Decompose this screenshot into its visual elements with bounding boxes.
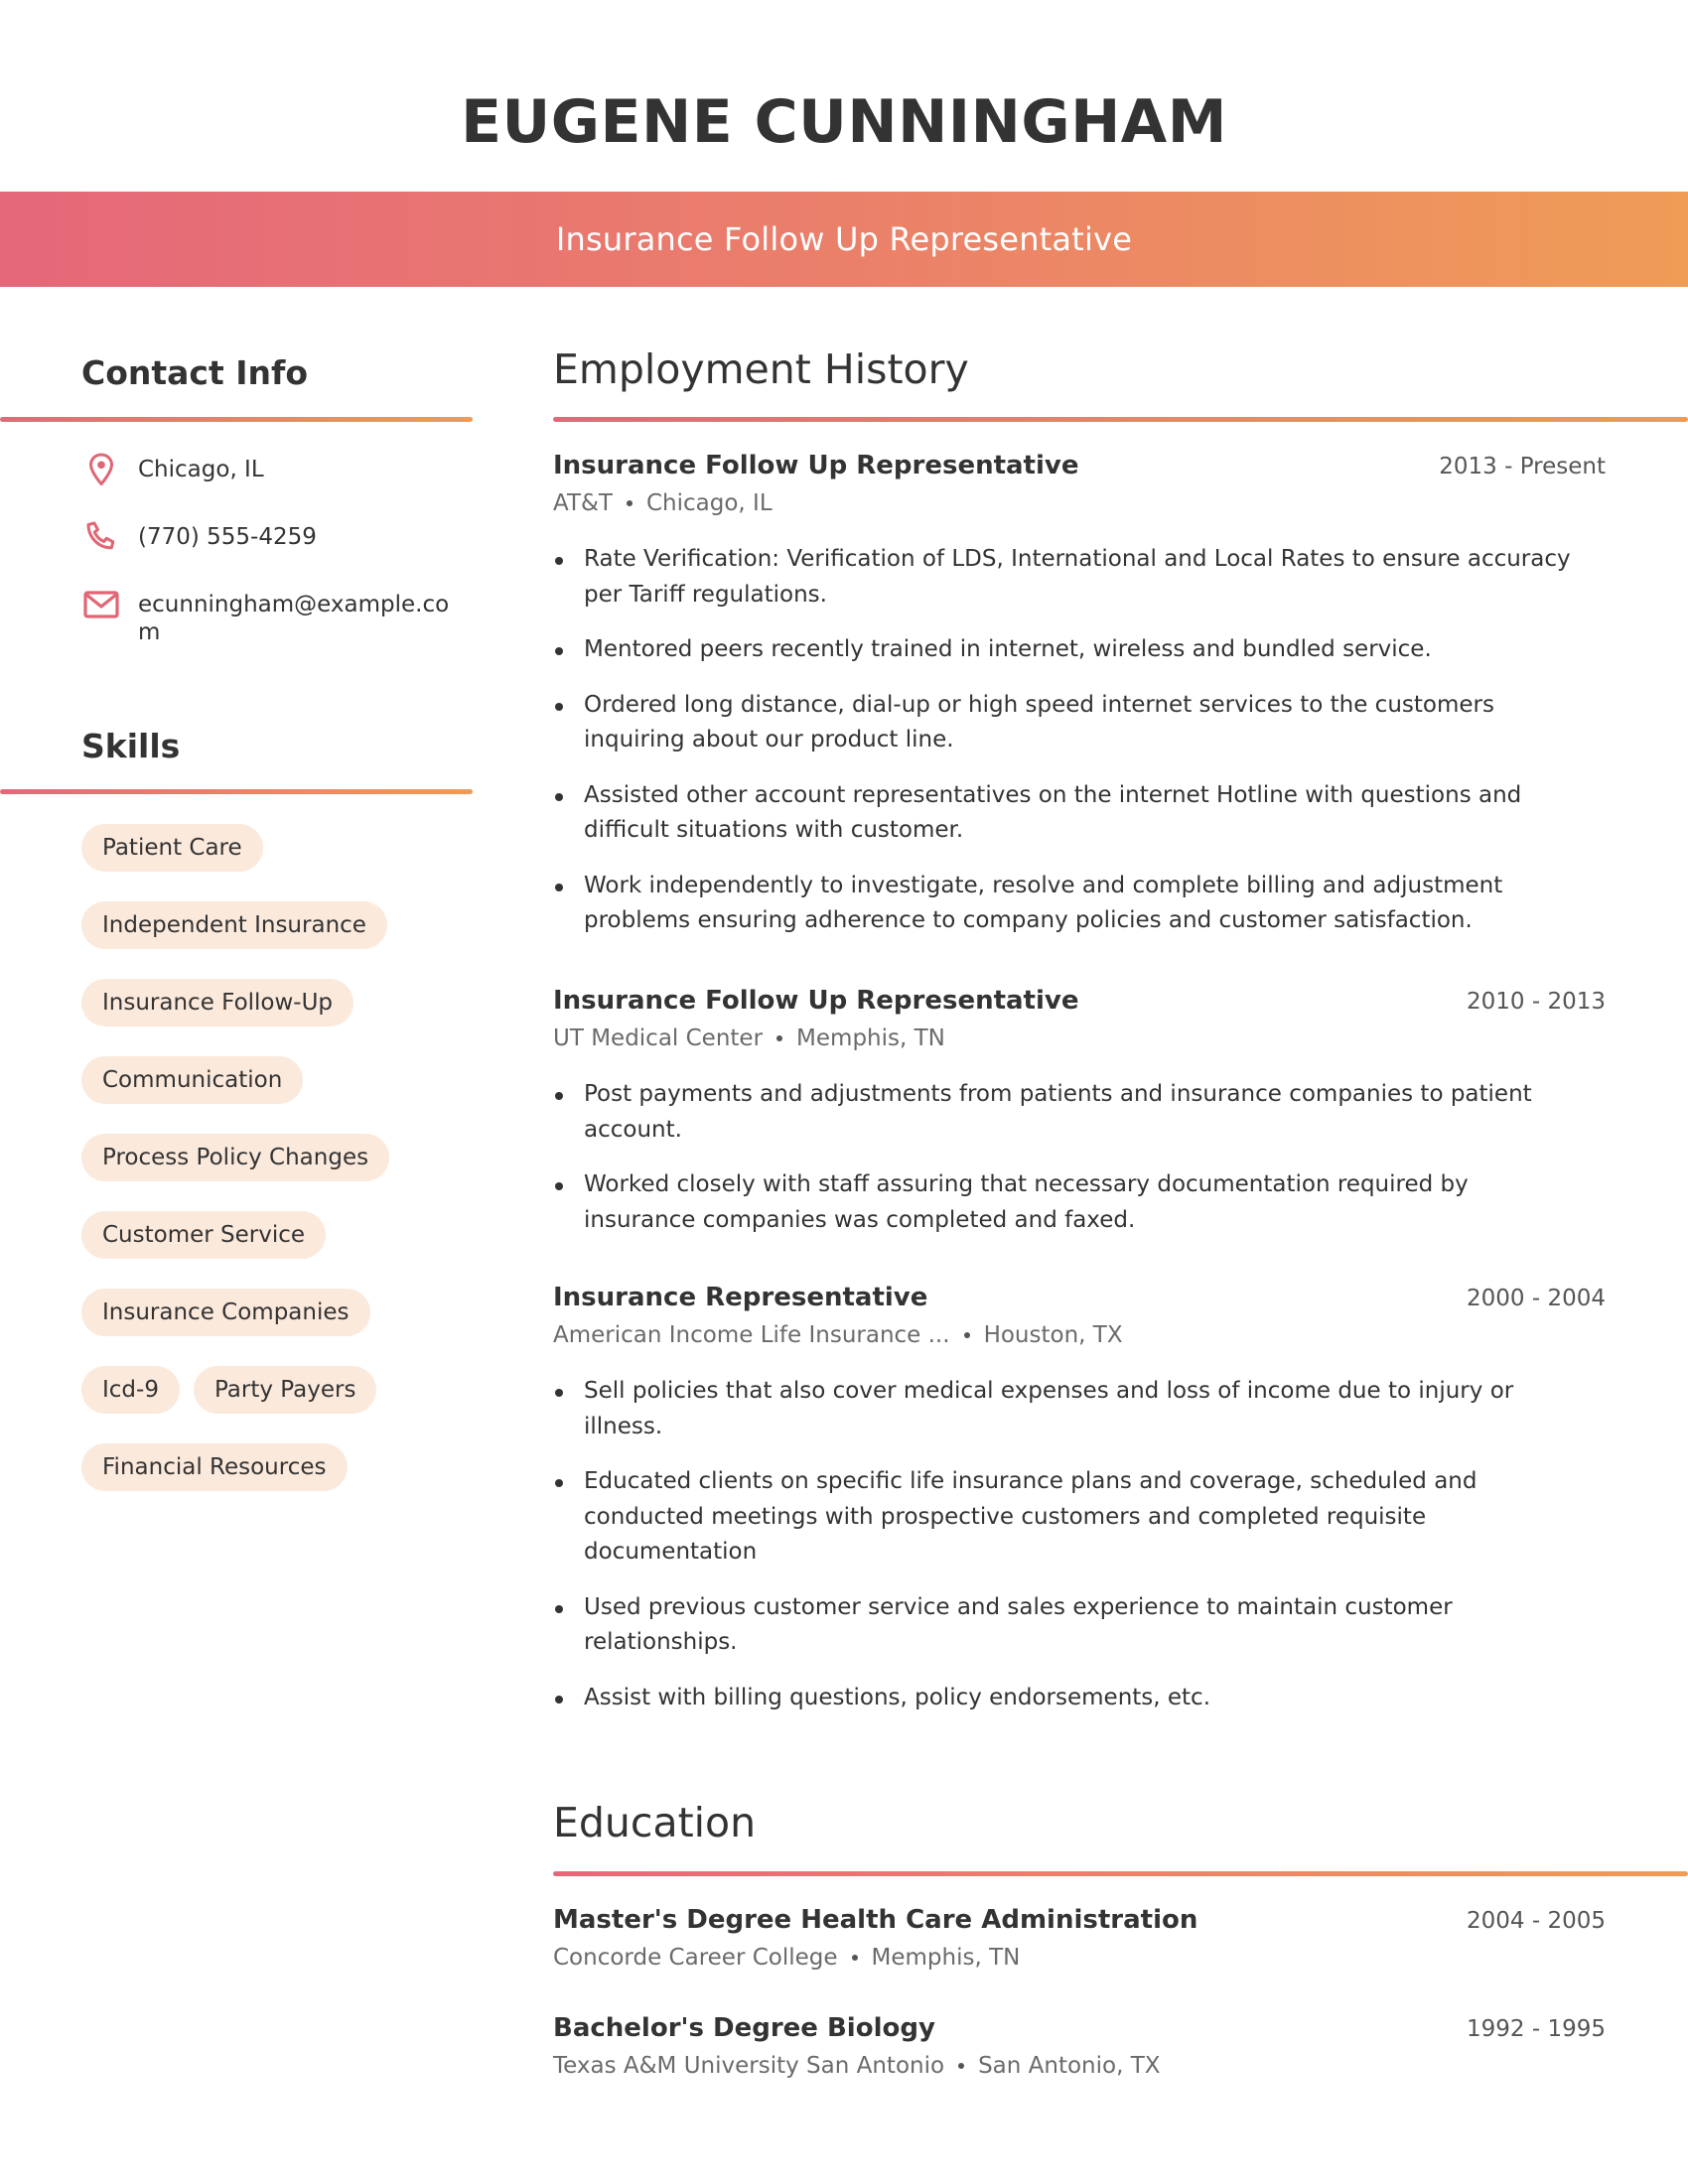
degree-title: Bachelor's Degree Biology: [553, 2013, 935, 2043]
mail-icon: [81, 588, 121, 621]
contact-phone: (770) 555-4259: [81, 520, 479, 554]
bullet-item: Mentored peers recently trained in inter…: [553, 632, 1606, 668]
job-entry: Insurance Representative 2000 - 2004 Ame…: [553, 1281, 1606, 1735]
bullet-item: Post payments and adjustments from patie…: [553, 1077, 1606, 1148]
job-company: UT Medical Center: [553, 1025, 764, 1051]
education-divider: [553, 1871, 1688, 1876]
skill-pill: Icd-9: [81, 1366, 180, 1414]
skill-pill: Communication: [81, 1056, 304, 1104]
email-text[interactable]: ecunningham@example.com: [138, 588, 466, 646]
skill-pill: Customer Service: [81, 1211, 327, 1259]
skill-pill: Independent Insurance: [81, 901, 387, 949]
bullet-item: Sell policies that also cover medical ex…: [553, 1374, 1606, 1444]
location-text: Chicago, IL: [138, 457, 264, 482]
job-title: Insurance Follow Up Representative: [553, 451, 1079, 480]
contact-divider: [0, 417, 473, 422]
job-company: American Income Life Insurance ...: [553, 1322, 950, 1348]
job-company: AT&T: [553, 490, 613, 516]
skills-divider: [0, 789, 473, 794]
candidate-name: EUGENE CUNNINGHAM: [461, 87, 1227, 157]
employment-divider: [553, 417, 1688, 422]
contact-location: Chicago, IL: [81, 453, 479, 486]
job-title-headline: Insurance Follow Up Representative: [555, 220, 1133, 258]
bullet-item: Assist with billing questions, policy en…: [553, 1681, 1606, 1716]
job-title: Insurance Follow Up Representative: [553, 986, 1079, 1016]
skill-pill: Patient Care: [81, 824, 263, 872]
separator-dot: [776, 1035, 783, 1041]
job-location: Houston, TX: [983, 1322, 1123, 1348]
education-heading: Education: [553, 1799, 757, 1846]
separator-dot: [963, 1332, 970, 1338]
job-entry: Insurance Follow Up Representative 2013 …: [553, 449, 1606, 959]
skill-pill: Insurance Companies: [81, 1289, 370, 1336]
bullet-item: Ordered long distance, dial-up or high s…: [553, 688, 1606, 758]
education-dates: 2004 - 2005: [1467, 1908, 1606, 1934]
school-location: Memphis, TN: [871, 1945, 1021, 1971]
employment-history-heading: Employment History: [553, 345, 969, 393]
phone-icon: [81, 520, 121, 554]
job-entry: Insurance Follow Up Representative 2010 …: [553, 984, 1606, 1258]
bullet-item: Worked closely with staff assuring that …: [553, 1167, 1606, 1238]
separator-dot: [958, 2063, 965, 2069]
separator-dot: [851, 1955, 858, 1961]
skill-pill: Process Policy Changes: [81, 1134, 390, 1181]
job-dates: 2000 - 2004: [1467, 1286, 1606, 1311]
job-bullets: Post payments and adjustments from patie…: [553, 1077, 1606, 1238]
skills-list: Patient Care Independent Insurance Insur…: [81, 824, 479, 1491]
bullet-item: Rate Verification: Verification of LDS, …: [553, 542, 1606, 613]
skill-pill: Insurance Follow-Up: [81, 979, 354, 1026]
degree-title: Master's Degree Health Care Administrati…: [553, 1905, 1198, 1935]
job-dates: 2010 - 2013: [1467, 989, 1606, 1015]
job-location: Chicago, IL: [645, 490, 773, 516]
bullet-item: Assisted other account representatives o…: [553, 778, 1606, 849]
bullet-item: Used previous customer service and sales…: [553, 1590, 1606, 1661]
separator-dot: [626, 500, 633, 506]
job-title: Insurance Representative: [553, 1283, 928, 1312]
education-dates: 1992 - 1995: [1467, 2016, 1606, 2042]
skills-heading: Skills: [81, 727, 181, 765]
contact-email: ecunningham@example.com: [81, 588, 479, 646]
school-name: Concorde Career College: [553, 1945, 838, 1971]
job-bullets: Rate Verification: Verification of LDS, …: [553, 542, 1606, 939]
contact-info-heading: Contact Info: [81, 353, 309, 392]
job-bullets: Sell policies that also cover medical ex…: [553, 1374, 1606, 1715]
job-dates: 2013 - Present: [1439, 454, 1606, 479]
bullet-item: Work independently to investigate, resol…: [553, 869, 1606, 939]
school-name: Texas A&M University San Antonio: [553, 2053, 945, 2079]
phone-text[interactable]: (770) 555-4259: [138, 520, 466, 551]
bullet-item: Educated clients on specific life insura…: [553, 1464, 1606, 1570]
skill-pill: Party Payers: [193, 1366, 377, 1414]
skill-pill: Financial Resources: [81, 1443, 348, 1491]
education-entry: Master's Degree Health Care Administrati…: [553, 1903, 1606, 1975]
map-pin-icon: [81, 453, 121, 486]
job-location: Memphis, TN: [796, 1025, 945, 1051]
title-banner: Insurance Follow Up Representative: [0, 192, 1688, 287]
school-location: San Antonio, TX: [978, 2053, 1161, 2079]
education-entry: Bachelor's Degree Biology 1992 - 1995 Te…: [553, 2011, 1606, 2083]
